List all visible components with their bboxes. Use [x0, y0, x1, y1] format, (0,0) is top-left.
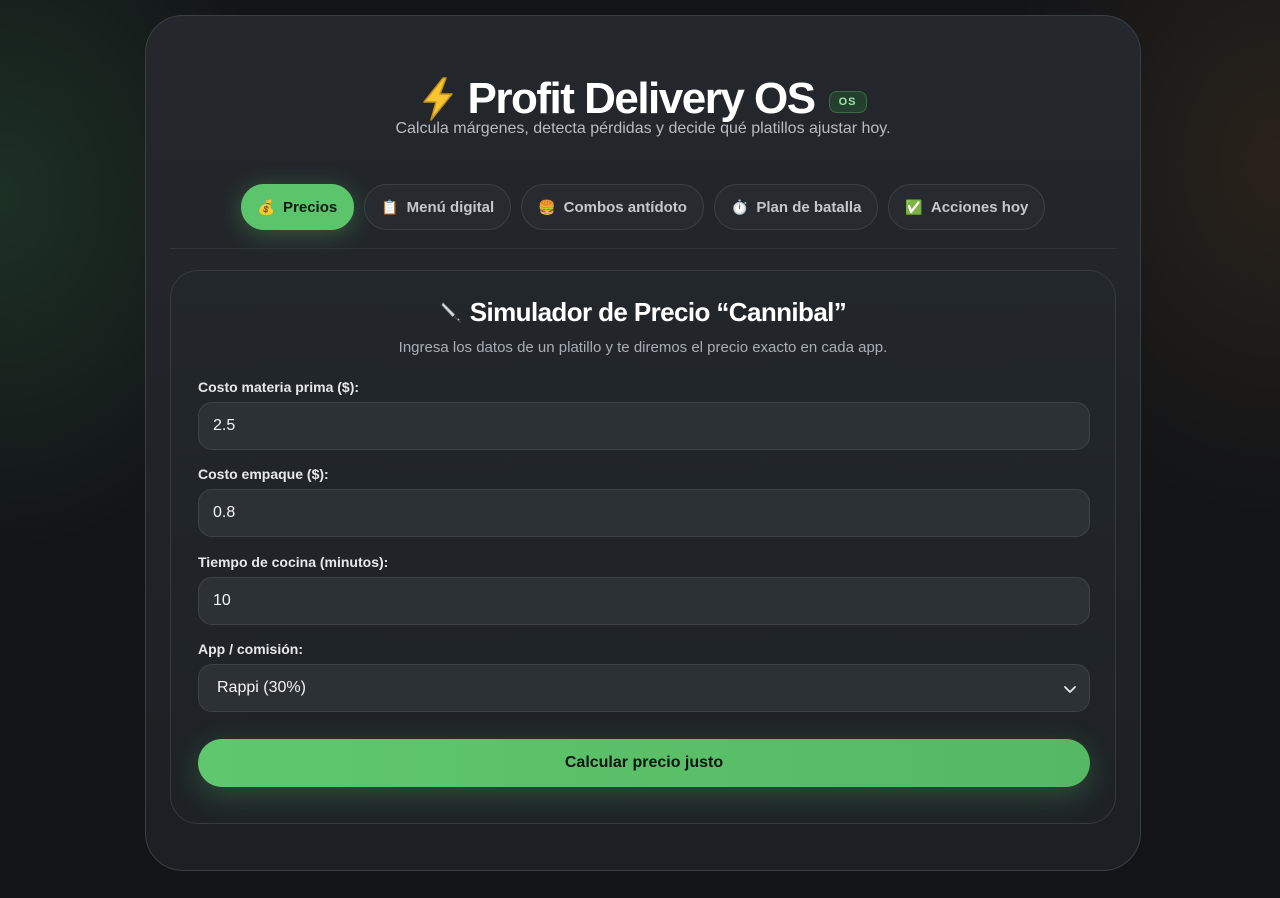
header: Profit Delivery OS OS [146, 72, 1140, 126]
cook-time-input[interactable] [198, 577, 1090, 625]
simulator-subtitle: Ingresa los datos de un platillo y te di… [398, 339, 888, 356]
cook-time-label: Tiempo de cocina (minutos): [198, 554, 389, 570]
tab-combos-antidoto[interactable]: 🍔 Combos antídoto [521, 184, 704, 230]
page-title: Profit Delivery OS [467, 74, 816, 123]
packaging-cost-label: Costo empaque ($): [198, 466, 329, 482]
lightning-bolt-icon [423, 77, 454, 121]
tab-label: Acciones hoy [930, 198, 1029, 216]
page-subtitle: Calcula márgenes, detecta pérdidas y dec… [395, 120, 891, 137]
chevron-down-icon [1064, 686, 1076, 693]
calculate-price-button[interactable]: Calcular precio justo [198, 739, 1090, 787]
tab-label: Combos antídoto [563, 198, 687, 216]
simulator-title: Simulador de Precio “Cannibal” [469, 297, 847, 327]
tab-acciones-hoy[interactable]: ✅ Acciones hoy [888, 184, 1046, 230]
simulator-header: Simulador de Precio “Cannibal” [171, 297, 1115, 328]
tab-precios[interactable]: 💰 Precios [240, 184, 355, 230]
divider [170, 248, 1116, 249]
app-card: Profit Delivery OS OS Calcula márgenes, … [145, 15, 1141, 871]
app-commission-select[interactable]: Rappi (30%) [198, 664, 1090, 712]
stopwatch-icon: ⏱️ [730, 199, 749, 215]
tab-menu-digital[interactable]: 📋 Menú digital [364, 184, 512, 230]
tab-bar: 💰 Precios 📋 Menú digital 🍔 Combos antído… [146, 184, 1140, 230]
check-mark-icon: ✅ [905, 199, 923, 215]
raw-cost-label: Costo materia prima ($): [198, 379, 360, 395]
tab-label: Precios [283, 198, 338, 216]
tab-plan-de-batalla[interactable]: ⏱️ Plan de batalla [713, 184, 879, 230]
tab-label: Plan de batalla [756, 198, 862, 216]
os-badge: OS [828, 91, 867, 113]
raw-cost-input[interactable] [198, 402, 1090, 450]
clipboard-icon: 📋 [381, 199, 399, 215]
tab-label: Menú digital [406, 198, 495, 216]
price-simulator-panel: Simulador de Precio “Cannibal” Ingresa l… [170, 270, 1116, 824]
burger-icon: 🍔 [538, 199, 556, 215]
packaging-cost-input[interactable] [198, 489, 1090, 537]
app-commission-selected: Rappi (30%) [217, 679, 306, 696]
app-commission-label: App / comisión: [198, 641, 303, 657]
money-bag-icon: 💰 [257, 199, 276, 215]
knife-icon [441, 301, 463, 325]
